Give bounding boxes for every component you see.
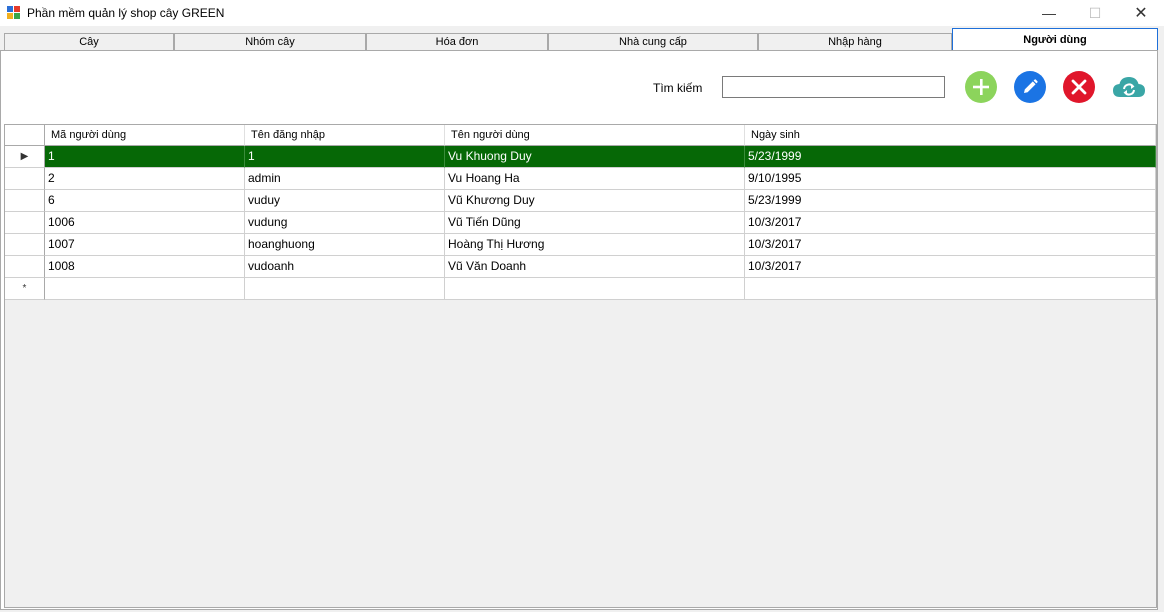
table-row[interactable]: 1008 vudoanh Vũ Văn Doanh 10/3/2017 [5,256,1156,278]
row-header[interactable] [5,190,45,212]
maximize-button[interactable]: ☐ [1072,0,1118,26]
search-input[interactable] [722,76,945,98]
cloud-sync-icon [1113,77,1145,97]
cell-ten-nguoi-dung[interactable]: Vũ Tiến Dũng [445,212,745,234]
cell-ngay-sinh[interactable]: 9/10/1995 [745,168,1156,190]
window-title: Phần mềm quản lý shop cây GREEN [27,6,225,20]
cell-ten-dang-nhap-new[interactable] [245,278,445,300]
cell-ten-nguoi-dung[interactable]: Vũ Khương Duy [445,190,745,212]
cell-ten-nguoi-dung[interactable]: Vu Khuong Duy [445,146,745,168]
new-row[interactable]: * [5,278,1156,300]
tab-cay[interactable]: Cây [4,33,174,50]
cell-ngay-sinh[interactable]: 5/23/1999 [745,146,1156,168]
grid-header-row: Mã người dùng Tên đăng nhập Tên người dù… [5,125,1156,147]
cell-ten-dang-nhap[interactable]: vudoanh [245,256,445,278]
cell-ten-dang-nhap[interactable]: 1 [245,146,445,168]
cell-ma-nguoi-dung[interactable]: 1 [45,146,245,168]
table-row[interactable]: 2 admin Vu Hoang Ha 9/10/1995 [5,168,1156,190]
minimize-button[interactable]: — [1026,0,1072,26]
cell-ngay-sinh[interactable]: 10/3/2017 [745,212,1156,234]
tab-nhap-hang[interactable]: Nhập hàng [758,33,952,50]
cell-ma-nguoi-dung[interactable]: 6 [45,190,245,212]
row-header[interactable] [5,234,45,256]
cell-ten-dang-nhap[interactable]: hoanghuong [245,234,445,256]
app-icon [7,6,21,20]
cell-ma-nguoi-dung[interactable]: 1007 [45,234,245,256]
users-grid[interactable]: Mã người dùng Tên đăng nhập Tên người dù… [4,124,1157,608]
column-header-ten-dang-nhap[interactable]: Tên đăng nhập [245,125,445,146]
column-header-ma-nguoi-dung[interactable]: Mã người dùng [45,125,245,146]
close-icon [1071,79,1087,95]
cell-ten-dang-nhap[interactable]: vudung [245,212,445,234]
cell-ten-nguoi-dung[interactable]: Hoàng Thị Hương [445,234,745,256]
delete-button[interactable] [1063,71,1095,103]
tab-strip: Cây Nhóm cây Hóa đơn Nhà cung cấp Nhập h… [0,26,1164,52]
tab-nguoi-dung[interactable]: Người dùng [952,28,1158,51]
client-area: Cây Nhóm cây Hóa đơn Nhà cung cấp Nhập h… [0,26,1164,612]
table-row[interactable]: ▶ 1 1 Vu Khuong Duy 5/23/1999 [5,146,1156,168]
cell-ngay-sinh-new[interactable] [745,278,1156,300]
row-header-new[interactable]: * [5,278,45,300]
cell-ten-nguoi-dung-new[interactable] [445,278,745,300]
row-header[interactable] [5,256,45,278]
cell-ten-dang-nhap[interactable]: admin [245,168,445,190]
grid-corner[interactable] [5,125,45,146]
row-header[interactable] [5,212,45,234]
cell-ngay-sinh[interactable]: 10/3/2017 [745,256,1156,278]
row-header-current[interactable]: ▶ [5,146,45,168]
close-button[interactable]: ✕ [1118,0,1164,26]
table-row[interactable]: 1006 vudung Vũ Tiến Dũng 10/3/2017 [5,212,1156,234]
search-label: Tìm kiếm [653,81,703,95]
row-header[interactable] [5,168,45,190]
cell-ngay-sinh[interactable]: 10/3/2017 [745,234,1156,256]
tab-nha-cung-cap[interactable]: Nhà cung cấp [548,33,758,50]
pencil-icon [1024,79,1038,93]
refresh-button[interactable] [1111,71,1147,103]
tab-page-nguoi-dung: Tìm kiếm Mã người dùng Tên đăng nhập Tên… [0,50,1158,610]
table-row[interactable]: 6 vuduy Vũ Khương Duy 5/23/1999 [5,190,1156,212]
edit-button[interactable] [1014,71,1046,103]
cell-ten-dang-nhap[interactable]: vuduy [245,190,445,212]
cell-ten-nguoi-dung[interactable]: Vũ Văn Doanh [445,256,745,278]
tab-hoa-don[interactable]: Hóa đơn [366,33,548,50]
cell-ngay-sinh[interactable]: 5/23/1999 [745,190,1156,212]
tab-nhom-cay[interactable]: Nhóm cây [174,33,366,50]
column-header-ten-nguoi-dung[interactable]: Tên người dùng [445,125,745,146]
title-bar: Phần mềm quản lý shop cây GREEN — ☐ ✕ [0,0,1164,26]
column-header-ngay-sinh[interactable]: Ngày sinh [745,125,1156,146]
cell-ma-nguoi-dung[interactable]: 2 [45,168,245,190]
table-row[interactable]: 1007 hoanghuong Hoàng Thị Hương 10/3/201… [5,234,1156,256]
cell-ma-nguoi-dung[interactable]: 1006 [45,212,245,234]
add-button[interactable] [965,71,997,103]
cell-ten-nguoi-dung[interactable]: Vu Hoang Ha [445,168,745,190]
cell-ma-nguoi-dung-new[interactable] [45,278,245,300]
plus-icon [973,79,989,95]
cell-ma-nguoi-dung[interactable]: 1008 [45,256,245,278]
